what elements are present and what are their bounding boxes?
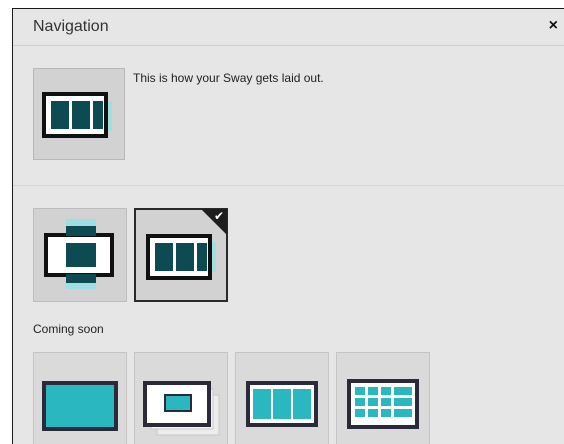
coming-soon-label: Coming soon	[33, 322, 104, 336]
navigation-dialog: Navigation × This is how your Sway gets …	[12, 8, 564, 444]
dialog-title: Navigation	[33, 18, 109, 35]
stacked-cards-icon	[143, 381, 220, 436]
layout-option-vertical[interactable]	[33, 208, 127, 302]
layout-description: This is how your Sway gets laid out.	[133, 71, 324, 85]
grid-layout-icon	[347, 379, 419, 429]
layout-option-horizontal[interactable]: ✔	[134, 208, 228, 302]
coming-soon-three-column	[235, 352, 329, 444]
vertical-layout-icon	[44, 219, 114, 289]
coming-soon-single-card	[33, 352, 127, 444]
close-icon[interactable]: ×	[549, 17, 558, 35]
single-card-icon	[42, 381, 118, 431]
coming-soon-stacked	[134, 352, 228, 444]
dialog-header: Navigation ×	[13, 9, 564, 46]
coming-soon-grid	[336, 352, 430, 444]
three-column-icon	[246, 381, 318, 427]
horizontal-layout-icon	[42, 92, 112, 138]
current-layout-thumbnail	[33, 68, 125, 160]
checkmark-icon: ✔	[213, 209, 224, 223]
divider	[13, 185, 564, 186]
